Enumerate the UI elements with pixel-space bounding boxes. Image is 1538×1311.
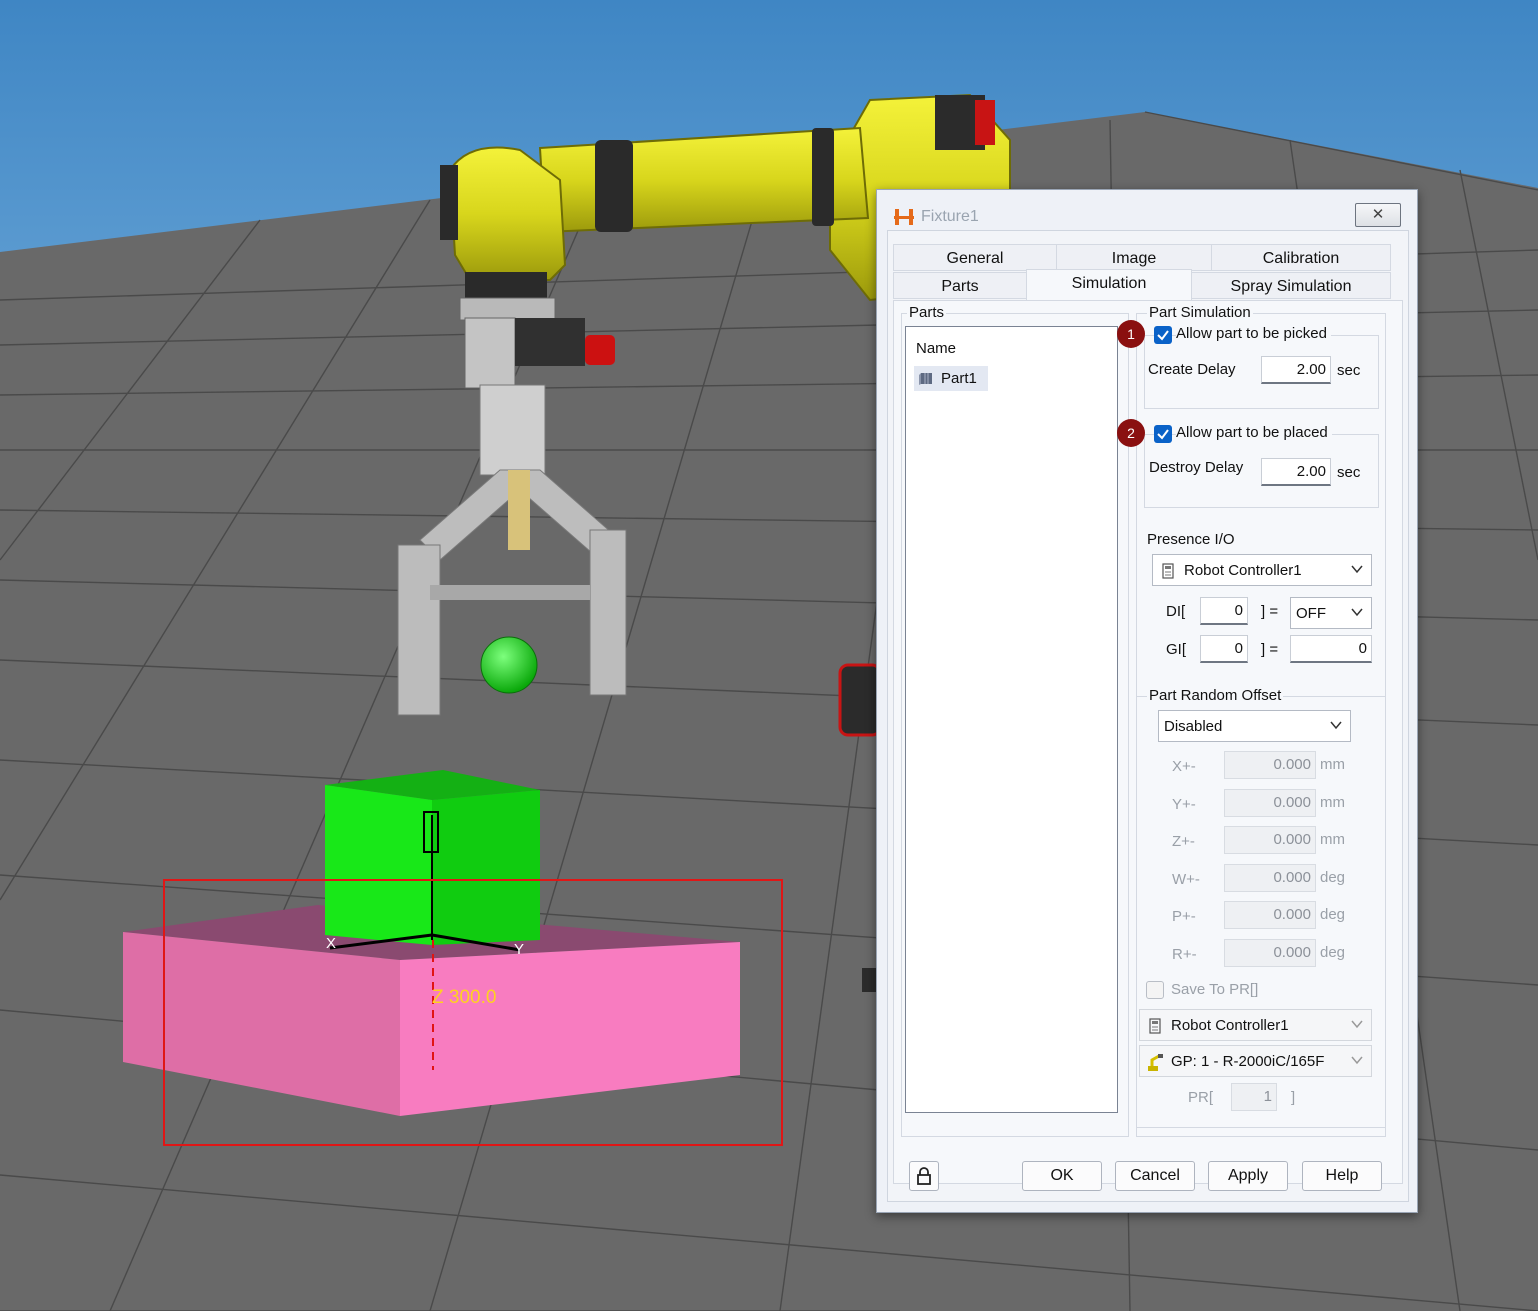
offset-label: W+-	[1172, 870, 1200, 888]
presence-io-label: Presence I/O	[1147, 531, 1235, 548]
destroy-delay-label: Destroy Delay	[1149, 459, 1244, 476]
controller-icon	[1162, 563, 1174, 579]
di-label: DI[	[1166, 603, 1186, 620]
presence-controller-select[interactable]: Robot Controller1	[1152, 554, 1372, 586]
offset-input[interactable]: 0.000	[1224, 938, 1316, 967]
part-name: Part1	[941, 370, 977, 387]
pr-index-input[interactable]: 1	[1231, 1083, 1277, 1111]
gi-index-input[interactable]: 0	[1200, 635, 1248, 663]
fixture-properties-dialog[interactable]: Fixture1 ✕ General Image Calibration Par…	[876, 189, 1418, 1213]
chevron-down-icon	[1351, 1056, 1363, 1065]
axis-x-label: X	[326, 935, 336, 952]
cancel-button[interactable]: Cancel	[1115, 1161, 1195, 1191]
tab-calibration[interactable]: Calibration	[1211, 244, 1391, 271]
tab-general[interactable]: General	[893, 244, 1057, 271]
random-offset-group-label: Part Random Offset	[1147, 687, 1284, 704]
checkmark-icon	[1157, 330, 1169, 341]
robot-group-select[interactable]: GP: 1 - R-2000iC/165F	[1139, 1045, 1372, 1077]
tab-simulation[interactable]: Simulation	[1026, 269, 1192, 300]
offset-label: Y+-	[1172, 795, 1196, 813]
tab-spray-simulation[interactable]: Spray Simulation	[1191, 272, 1391, 299]
create-delay-unit: sec	[1337, 362, 1361, 379]
dialog-body: General Image Calibration Parts Simulati…	[887, 230, 1409, 1202]
di-index-input[interactable]: 0	[1200, 597, 1248, 625]
offset-input[interactable]: 0.000	[1224, 826, 1316, 854]
close-button[interactable]: ✕	[1355, 203, 1401, 227]
offset-input[interactable]: 0.000	[1224, 863, 1316, 892]
save-to-pr-label: Save To PR[]	[1171, 981, 1259, 998]
parts-list[interactable]: Name Part1	[905, 326, 1118, 1113]
offset-unit: mm	[1320, 793, 1345, 811]
chevron-down-icon	[1351, 608, 1363, 617]
ok-button[interactable]: OK	[1022, 1161, 1102, 1191]
help-button[interactable]: Help	[1302, 1161, 1382, 1191]
parts-list-header: Name	[916, 340, 957, 357]
controller-icon	[1149, 1018, 1161, 1034]
offset-unit: mm	[1320, 831, 1345, 848]
offset-input[interactable]: 0.000	[1224, 901, 1316, 929]
allow-picked-checkbox[interactable]	[1154, 326, 1172, 344]
offset-input[interactable]: 0.000	[1224, 751, 1316, 779]
offset-label: Z+-	[1172, 833, 1195, 850]
robot-icon	[1148, 1054, 1163, 1071]
axis-y-label: Y	[514, 941, 524, 958]
gi-label: GI[	[1166, 641, 1187, 658]
offset-unit: deg	[1320, 906, 1346, 923]
parts-group-label: Parts	[907, 304, 947, 321]
offset-input[interactable]: 0.000	[1224, 788, 1316, 817]
lock-button[interactable]	[909, 1161, 939, 1191]
fixture-icon	[894, 209, 914, 225]
di-bracket: ] =	[1261, 603, 1279, 620]
pr-close-bracket: ]	[1291, 1089, 1296, 1106]
offset-unit: deg	[1320, 868, 1346, 886]
save-controller-select[interactable]: Robot Controller1	[1139, 1009, 1372, 1041]
offset-label: R+-	[1172, 945, 1197, 963]
chevron-down-icon	[1351, 1020, 1363, 1029]
gi-bracket: ] =	[1261, 641, 1279, 658]
chevron-down-icon	[1351, 565, 1363, 574]
offset-label: P+-	[1172, 908, 1196, 925]
create-delay-label: Create Delay	[1148, 361, 1236, 378]
save-to-pr-checkbox[interactable]	[1146, 981, 1164, 999]
part-icon	[919, 373, 932, 385]
tab-image[interactable]: Image	[1056, 244, 1212, 271]
allow-placed-label[interactable]: Allow part to be placed	[1176, 424, 1332, 441]
list-item[interactable]: Part1	[914, 366, 988, 391]
offset-unit: mm	[1320, 756, 1345, 773]
dimension-label: Z 300.0	[432, 987, 496, 1008]
allow-picked-label[interactable]: Allow part to be picked	[1176, 325, 1331, 342]
pr-label: PR[	[1188, 1089, 1214, 1106]
allow-placed-checkbox[interactable]	[1154, 425, 1172, 443]
di-state-select[interactable]: OFF	[1290, 597, 1372, 629]
apply-button[interactable]: Apply	[1208, 1161, 1288, 1191]
part-simulation-group-label: Part Simulation	[1147, 304, 1253, 321]
checkmark-icon	[1157, 429, 1169, 440]
destroy-delay-unit: sec	[1337, 464, 1361, 481]
callout-badge-2: 2	[1117, 419, 1145, 447]
create-delay-input[interactable]: 2.00	[1261, 356, 1331, 384]
chevron-down-icon	[1330, 721, 1342, 730]
destroy-delay-input[interactable]: 2.00	[1261, 458, 1331, 486]
callout-badge-1: 1	[1117, 320, 1145, 348]
dialog-title: Fixture1	[921, 208, 979, 225]
tcp-ball	[480, 636, 538, 694]
random-offset-mode-select[interactable]: Disabled	[1158, 710, 1351, 742]
gi-value-input[interactable]: 0	[1290, 635, 1372, 663]
offset-label: X+-	[1172, 758, 1196, 775]
close-icon: ✕	[1371, 206, 1385, 223]
tab-parts[interactable]: Parts	[893, 272, 1027, 299]
offset-unit: deg	[1320, 943, 1346, 961]
lock-icon	[917, 1167, 931, 1185]
